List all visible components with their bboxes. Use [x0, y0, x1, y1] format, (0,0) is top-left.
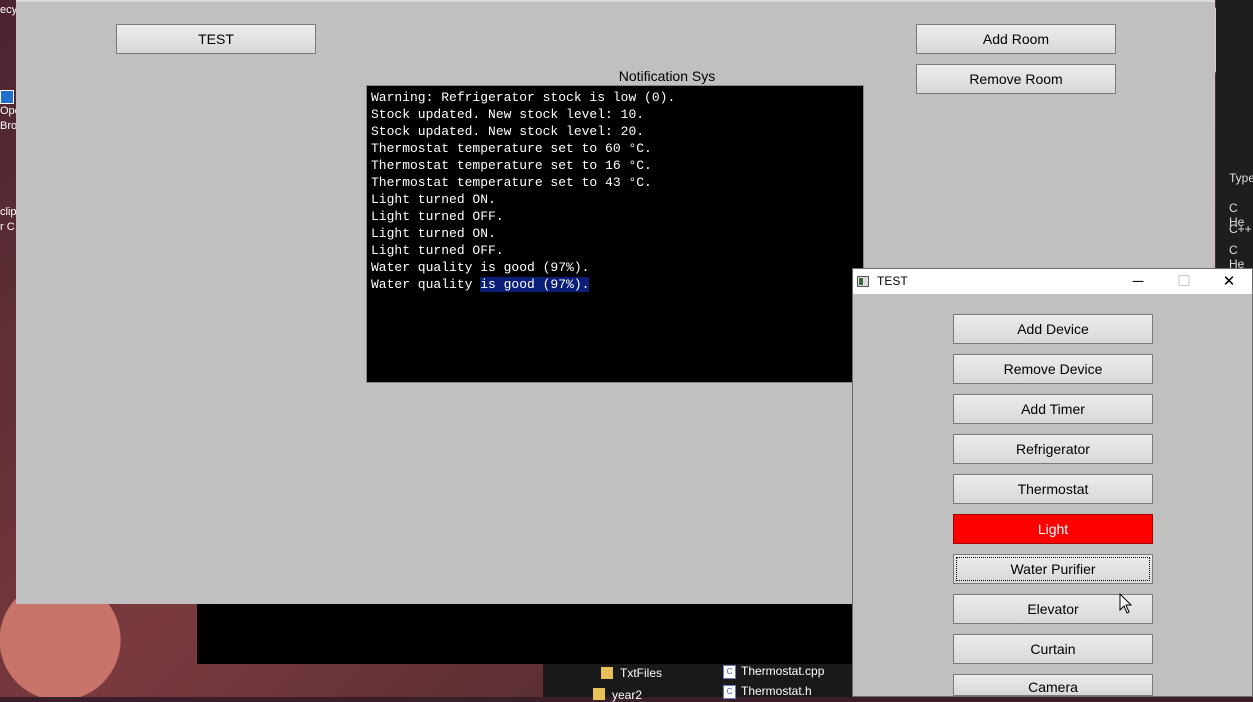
remove-room-button[interactable]: Remove Room — [916, 64, 1116, 94]
close-icon[interactable]: ✕ — [1206, 269, 1252, 294]
console-line-selected: Water quality is good (97%). — [371, 276, 859, 293]
desktop-label: ecy — [0, 4, 18, 16]
device-dialog-window: TEST ─ ☐ ✕ Add Device Remove Device Add … — [852, 268, 1253, 697]
ide-row: C++ — [1229, 222, 1252, 236]
cpp-file-icon: C — [723, 665, 736, 679]
console-line: Light turned ON. — [371, 192, 496, 207]
console-line: Warning: Refrigerator stock is low (0). — [371, 90, 676, 105]
add-room-button[interactable]: Add Room — [916, 24, 1116, 54]
thermostat-button[interactable]: Thermostat — [953, 474, 1153, 504]
water-purifier-button[interactable]: Water Purifier — [953, 554, 1153, 584]
folder-icon — [593, 688, 605, 700]
curtain-button[interactable]: Curtain — [953, 634, 1153, 664]
notification-console[interactable]: Warning: Refrigerator stock is low (0). … — [366, 85, 864, 383]
console-line: Stock updated. New stock level: 10. — [371, 107, 645, 122]
console-line: Stock updated. New stock level: 20. — [371, 124, 645, 139]
console-line: Thermostat temperature set to 60 °C. — [371, 141, 652, 156]
app-window-icon — [857, 276, 869, 287]
explorer-folder[interactable]: year2 — [612, 688, 642, 702]
console-line: Light turned ON. — [371, 226, 496, 241]
desktop-label: clip — [0, 206, 17, 218]
add-device-button[interactable]: Add Device — [953, 314, 1153, 344]
console-line: Light turned OFF. — [371, 243, 504, 258]
folder-icon — [601, 667, 613, 679]
explorer-file[interactable]: Thermostat.cpp — [741, 664, 824, 678]
light-button[interactable]: Light — [953, 514, 1153, 544]
ide-row: C He — [1229, 243, 1245, 271]
ide-column-header: Type — [1229, 171, 1253, 185]
notification-title: Notification Sys — [618, 68, 716, 84]
desktop-label: r C — [0, 221, 15, 233]
ide-background-panel: Type C He C++ C He — [1216, 0, 1253, 271]
desktop-shortcut-icon[interactable] — [0, 90, 14, 104]
refrigerator-button[interactable]: Refrigerator — [953, 434, 1153, 464]
console-line: Water quality is good (97%). — [371, 260, 590, 275]
dialog-titlebar[interactable]: TEST ─ ☐ ✕ — [853, 269, 1252, 294]
remove-device-button[interactable]: Remove Device — [953, 354, 1153, 384]
background-console-window — [197, 600, 857, 664]
explorer-file[interactable]: Thermostat.h — [741, 684, 812, 698]
console-text: Water quality — [371, 277, 481, 292]
console-line: Thermostat temperature set to 16 °C. — [371, 158, 652, 173]
console-line: Light turned OFF. — [371, 209, 504, 224]
selected-text: is good (97%). — [480, 277, 590, 292]
explorer-folder[interactable]: TxtFiles — [620, 666, 662, 680]
dialog-title: TEST — [877, 274, 908, 288]
maximize-icon[interactable]: ☐ — [1161, 269, 1207, 294]
camera-button[interactable]: Camera — [953, 674, 1153, 696]
file-explorer-panel: TxtFiles year2 C Thermostat.cpp C Thermo… — [543, 664, 853, 702]
desktop-label: Bro — [0, 120, 18, 132]
minimize-icon[interactable]: ─ — [1115, 269, 1161, 294]
console-line: Thermostat temperature set to 43 °C. — [371, 175, 652, 190]
test-button[interactable]: TEST — [116, 24, 316, 54]
add-timer-button[interactable]: Add Timer — [953, 394, 1153, 424]
mouse-cursor-icon — [1119, 593, 1133, 614]
